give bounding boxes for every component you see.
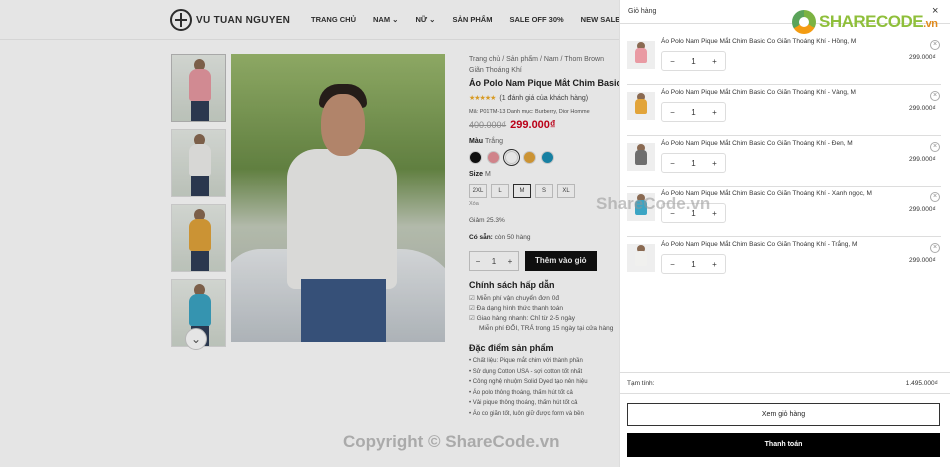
qty-minus-button[interactable]: − xyxy=(662,57,683,66)
sharecode-logo-text: SHARECODE.vn xyxy=(819,12,938,32)
brand-text: SHARECODE xyxy=(819,12,924,31)
product-page: VU TUAN NGUYEN TRANG CHỦ NAM ⌄ NỮ ⌄ SẢN … xyxy=(0,0,950,467)
drawer-backdrop[interactable] xyxy=(0,0,619,467)
remove-icon[interactable]: × xyxy=(930,142,940,152)
cart-item-price: 299.000₫ xyxy=(909,206,936,213)
sharecode-logo: SHARECODE.vn xyxy=(792,10,938,34)
qty-value[interactable]: 1 xyxy=(683,108,704,117)
cart-item: Áo Polo Nam Pique Mắt Chim Basic Co Giãn… xyxy=(627,137,941,187)
quantity-stepper: −1 + xyxy=(661,102,726,122)
cart-title: Giỏ hàng xyxy=(628,8,657,15)
cart-item-price: 299.000₫ xyxy=(909,156,936,163)
cart-item-image[interactable] xyxy=(627,92,655,120)
checkout-button[interactable]: Thanh toán xyxy=(627,433,940,457)
cart-item-name[interactable]: Áo Polo Nam Pique Mắt Chim Basic Co Giãn… xyxy=(661,38,856,45)
cart-item-image[interactable] xyxy=(627,41,655,69)
qty-value[interactable]: 1 xyxy=(683,159,704,168)
cart-item: Áo Polo Nam Pique Mắt Chim Basic Co Giãn… xyxy=(627,86,941,136)
remove-icon[interactable]: × xyxy=(930,192,940,202)
view-cart-button[interactable]: Xem giỏ hàng xyxy=(627,403,940,426)
brand-suffix: .vn xyxy=(923,18,938,30)
subtotal-value: 1.495.000₫ xyxy=(905,380,938,387)
cart-item-price: 299.000₫ xyxy=(909,105,936,112)
subtotal-label: Tạm tính: xyxy=(627,380,655,387)
cart-item: Áo Polo Nam Pique Mắt Chim Basic Co Giãn… xyxy=(627,238,941,288)
qty-plus-button[interactable]: + xyxy=(704,108,725,117)
remove-icon[interactable]: × xyxy=(930,243,940,253)
cart-item-name[interactable]: Áo Polo Nam Pique Mắt Chim Basic Co Giãn… xyxy=(661,241,857,248)
remove-icon[interactable]: × xyxy=(930,40,940,50)
cart-item-name[interactable]: Áo Polo Nam Pique Mắt Chim Basic Co Giãn… xyxy=(661,89,856,96)
qty-value[interactable]: 1 xyxy=(683,57,704,66)
qty-minus-button[interactable]: − xyxy=(662,260,683,269)
qty-plus-button[interactable]: + xyxy=(704,260,725,269)
cart-item-image[interactable] xyxy=(627,143,655,171)
remove-icon[interactable]: × xyxy=(930,91,940,101)
cart-item-name[interactable]: Áo Polo Nam Pique Mắt Chim Basic Co Giãn… xyxy=(661,140,853,147)
quantity-stepper: −1 + xyxy=(661,51,726,71)
qty-minus-button[interactable]: − xyxy=(662,108,683,117)
quantity-stepper: −1 + xyxy=(661,153,726,173)
cart-subtotal: Tạm tính: 1.495.000₫ xyxy=(619,372,950,394)
quantity-stepper: −1 + xyxy=(661,254,726,274)
cart-item: Áo Polo Nam Pique Mắt Chim Basic Co Giãn… xyxy=(627,35,941,85)
watermark-copyright: Copyright © ShareCode.vn xyxy=(343,432,560,451)
sharecode-leaf-icon xyxy=(792,10,816,34)
qty-plus-button[interactable]: + xyxy=(704,159,725,168)
qty-plus-button[interactable]: + xyxy=(704,57,725,66)
qty-minus-button[interactable]: − xyxy=(662,159,683,168)
cart-item-image[interactable] xyxy=(627,244,655,272)
watermark-center: ShareCode.vn xyxy=(596,194,711,213)
cart-item-price: 299.000₫ xyxy=(909,257,936,264)
cart-item-price: 299.000₫ xyxy=(909,54,936,61)
qty-value[interactable]: 1 xyxy=(683,260,704,269)
